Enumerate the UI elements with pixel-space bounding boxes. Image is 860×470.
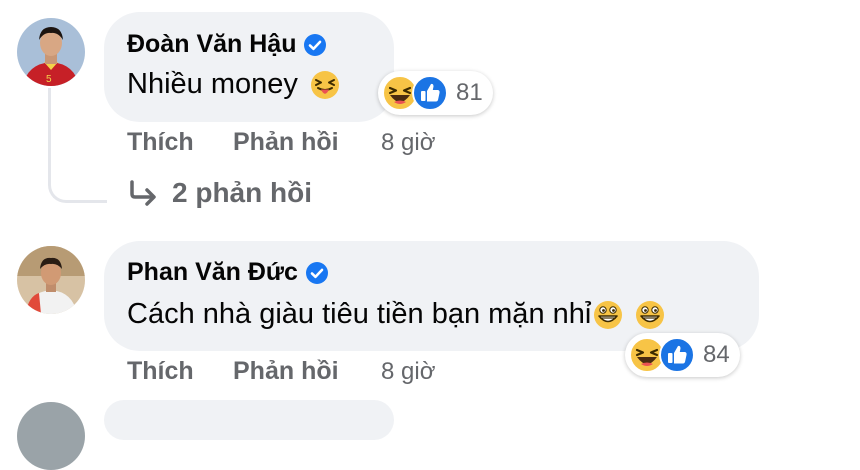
reaction-summary[interactable]: 84 [625,333,740,377]
comment-author[interactable]: Đoàn Văn Hậu [127,30,326,59]
author-name[interactable]: Đoàn Văn Hậu [127,30,296,59]
replies-count-label[interactable]: 2 phản hồi [172,177,312,209]
grinning-squint-emoji-icon [635,300,665,330]
avatar[interactable]: 5 [17,18,85,86]
like-icon [412,75,448,111]
svg-text:5: 5 [46,74,52,85]
avatar[interactable] [17,402,85,470]
view-replies-link[interactable]: 2 phản hồi [126,176,312,210]
person-avatar-icon [17,246,85,314]
squinting-tongue-emoji-icon [310,70,340,100]
comment-timestamp[interactable]: 8 giờ [381,358,435,386]
reaction-summary[interactable]: 81 [378,71,493,115]
avatar[interactable] [17,246,85,314]
grinning-squint-emoji-icon [593,300,623,330]
comment-text-content: Nhiều money [127,68,298,100]
reaction-count: 84 [703,341,730,368]
reply-action[interactable]: Phản hồi [233,357,339,386]
comment-timestamp[interactable]: 8 giờ [381,129,435,157]
comment-author[interactable]: Phan Văn Đức [127,258,328,287]
reply-arrow-icon [130,180,156,206]
thread-connector-line [48,88,107,203]
verified-badge-icon [304,34,326,56]
footballer-avatar-icon: 5 [17,18,85,86]
comment-text: Nhiều money [127,68,340,101]
like-action[interactable]: Thích [127,128,194,157]
author-name[interactable]: Phan Văn Đức [127,258,298,287]
comment-bubble [104,400,394,440]
like-icon [659,337,695,373]
verified-badge-icon [306,262,328,284]
comment-bubble [104,12,394,122]
like-action[interactable]: Thích [127,357,194,386]
comment-text-content: Cách nhà giàu tiêu tiền bạn mặn nhỉ [127,298,592,330]
reply-action[interactable]: Phản hồi [233,128,339,157]
reaction-count: 81 [456,79,483,106]
comment-text: Cách nhà giàu tiêu tiền bạn mặn nhỉ [127,298,665,331]
